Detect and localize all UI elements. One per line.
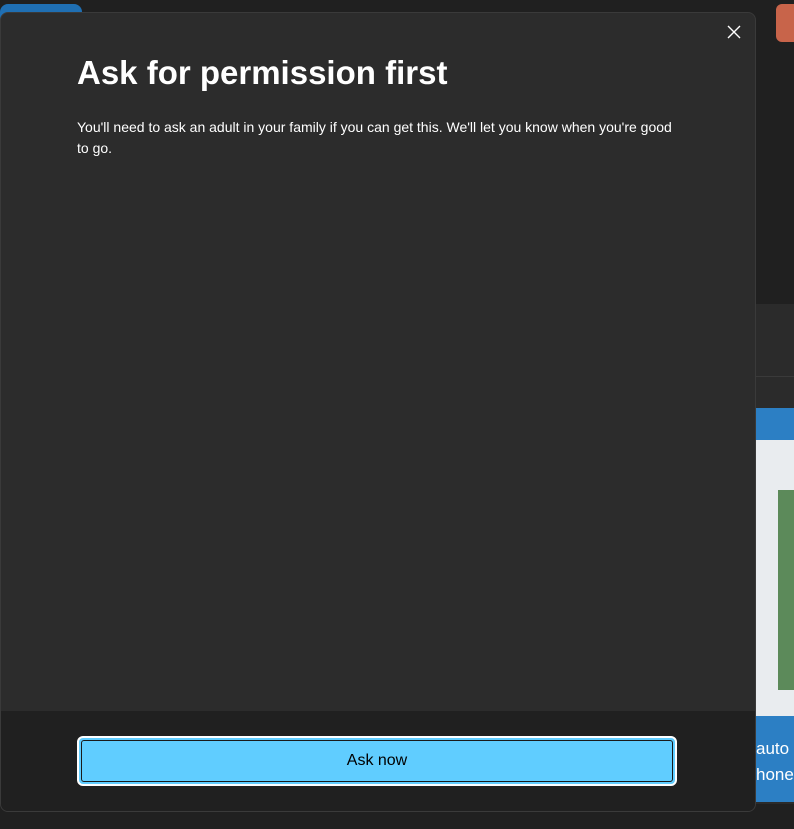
dialog-footer: Ask now xyxy=(1,711,755,811)
ask-now-label: Ask now xyxy=(346,752,408,769)
ask-now-button[interactable]: Ask now xyxy=(77,736,677,786)
close-button[interactable] xyxy=(723,21,745,43)
background-divider xyxy=(756,376,794,377)
permission-dialog: Ask for permission first You'll need to … xyxy=(0,12,756,812)
background-text-line: auto xyxy=(756,739,790,758)
background-map-preview xyxy=(778,490,794,690)
background-partial-text: auto hone xyxy=(756,736,794,788)
close-icon xyxy=(727,25,741,39)
dialog-message: You'll need to ask an adult in your fami… xyxy=(77,119,672,156)
dialog-title: Ask for permission first xyxy=(77,54,448,91)
background-text-line: hone xyxy=(756,765,794,784)
background-button xyxy=(776,4,794,42)
